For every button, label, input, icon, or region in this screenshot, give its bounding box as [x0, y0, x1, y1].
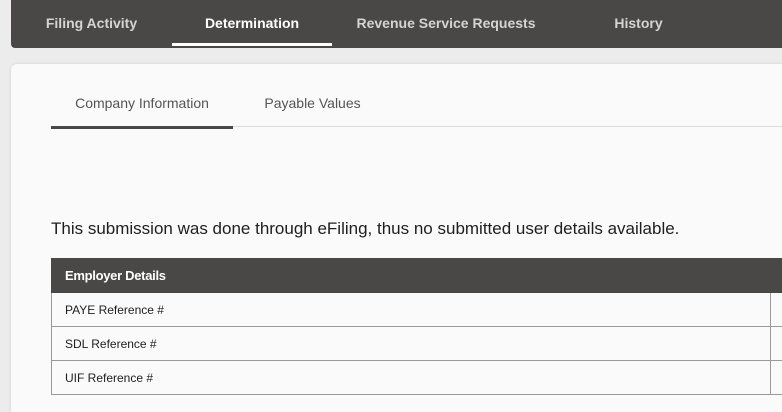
sub-tab-bar: Company Information Payable Values [51, 84, 782, 129]
row-value [770, 293, 782, 326]
employer-details-table: Employer Details PAYE Reference # SDL Re… [51, 258, 782, 395]
tab-filing-activity[interactable]: Filing Activity [11, 0, 172, 48]
row-label: SDL Reference # [65, 337, 157, 351]
table-row-paye-reference: PAYE Reference # [51, 293, 782, 327]
table-row-uif-reference: UIF Reference # [51, 361, 782, 395]
top-navigation-bar: Filing Activity Determination Revenue Se… [11, 0, 782, 48]
tab-revenue-service-requests[interactable]: Revenue Service Requests [332, 0, 560, 48]
tab-history[interactable]: History [560, 0, 717, 48]
subtab-payable-values[interactable]: Payable Values [233, 84, 392, 127]
table-row-sdl-reference: SDL Reference # [51, 327, 782, 361]
row-value [770, 361, 782, 394]
row-value [770, 327, 782, 360]
subtab-company-information[interactable]: Company Information [51, 84, 233, 129]
row-label: UIF Reference # [65, 371, 154, 385]
efiling-notice-text: This submission was done through eFiling… [51, 219, 680, 238]
row-label: PAYE Reference # [65, 303, 164, 317]
tab-determination[interactable]: Determination [172, 0, 332, 48]
employer-details-header: Employer Details [51, 258, 782, 293]
content-card: Company Information Payable Values This … [11, 64, 782, 412]
